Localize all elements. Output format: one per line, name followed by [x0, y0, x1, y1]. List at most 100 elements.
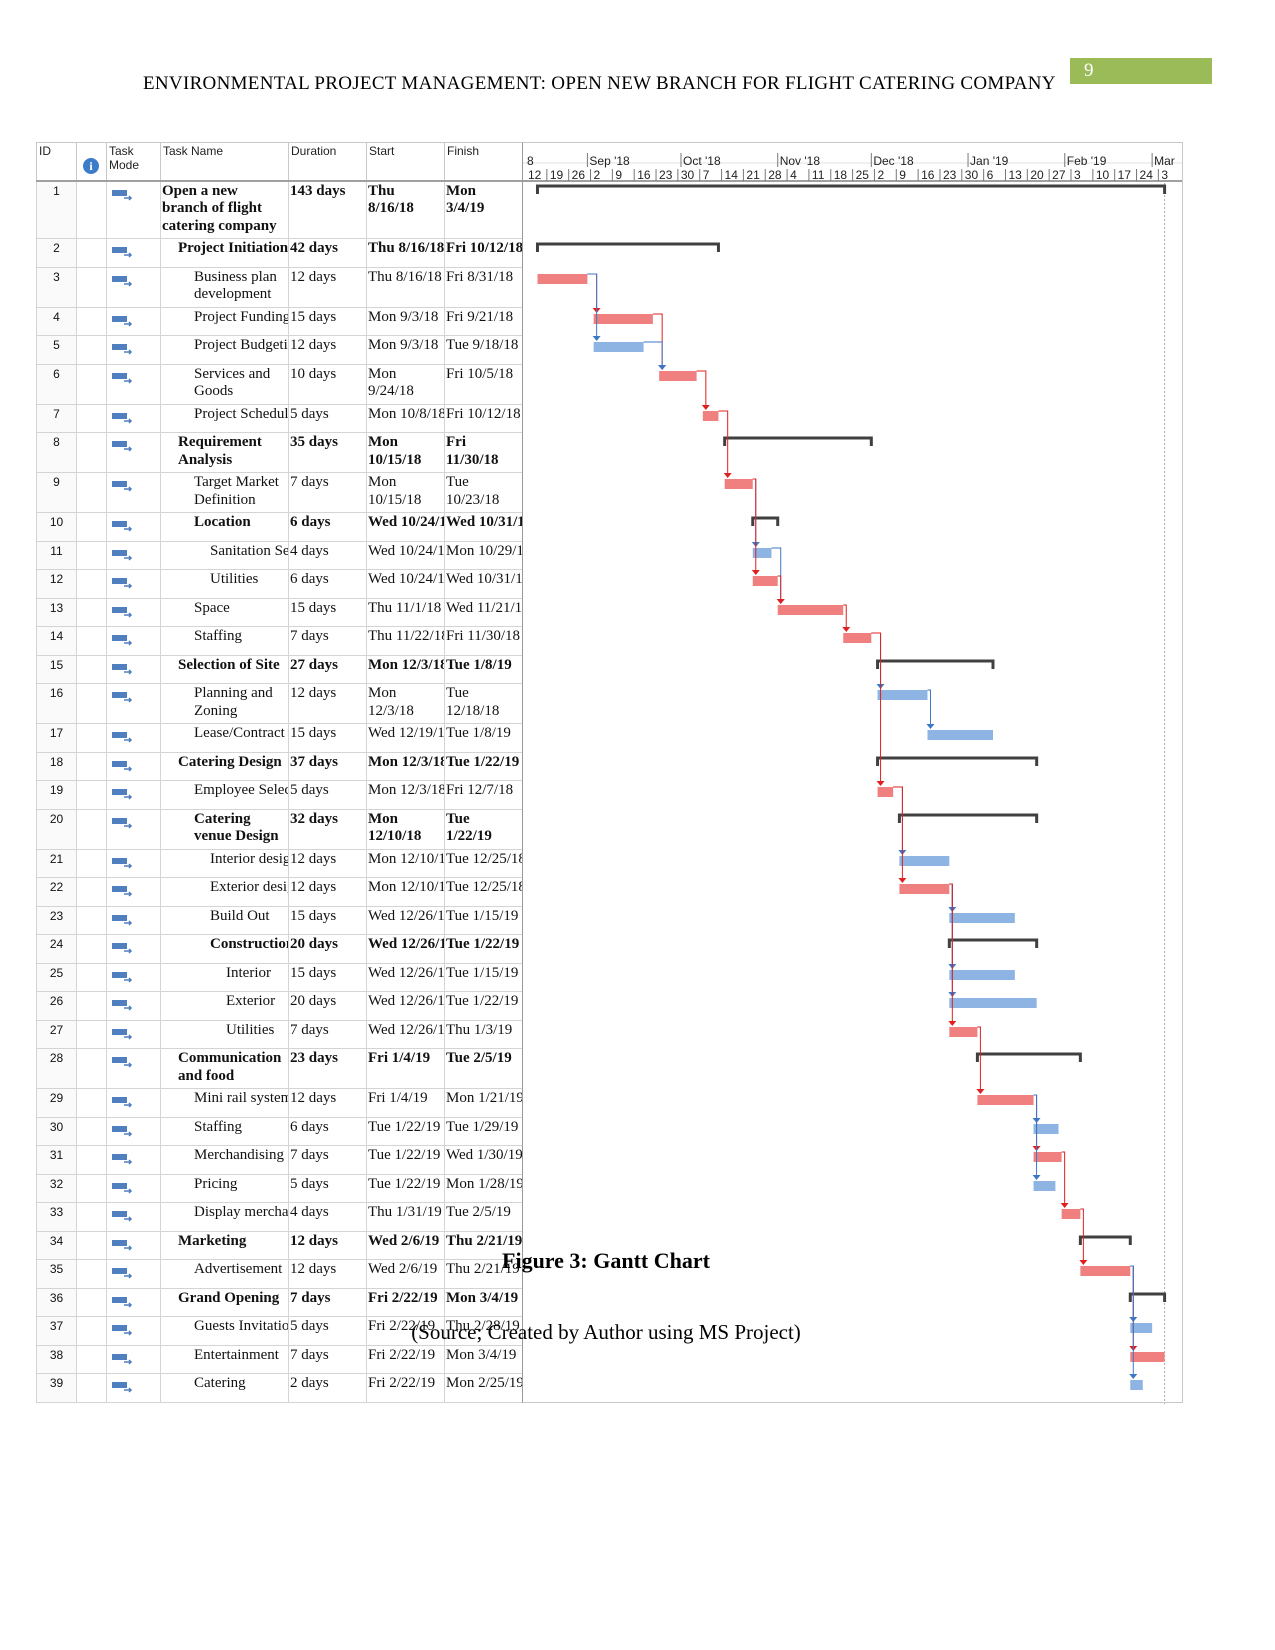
task-id[interactable]: 33 [36, 1202, 77, 1232]
task-finish[interactable]: Tue 1/22/19 [444, 808, 523, 850]
task-duration[interactable]: 4 days [288, 540, 367, 570]
task-duration[interactable]: 20 days [288, 991, 367, 1021]
table-row[interactable]: 17 Lease/Contract 15 days Wed 12/19/18 Tue 1… [36, 723, 523, 753]
task-start[interactable]: Wed 12/26/18 [366, 905, 445, 935]
task-finish[interactable]: Tue 9/18/18 [444, 335, 523, 365]
task-name[interactable]: Project Initiation [160, 238, 289, 268]
task-name[interactable]: Project Funding [160, 306, 289, 336]
task-name[interactable]: Staffing [160, 1116, 289, 1146]
task-info-cell[interactable] [76, 335, 107, 365]
task-info-cell[interactable] [76, 751, 107, 781]
task-mode-cell[interactable] [106, 991, 161, 1021]
task-name[interactable]: Requirement Analysis [160, 432, 289, 473]
task-mode-cell[interactable] [106, 335, 161, 365]
table-row[interactable]: 11 Sanitation Services4 daysWed 10/24/18M… [36, 540, 523, 570]
task-finish[interactable]: Tue 1/22/19 [444, 934, 523, 964]
task-id[interactable]: 2 [36, 238, 77, 268]
table-row[interactable]: 39 Catering 2 days Fri 2/22/19 Mon 2/25/19 [36, 1373, 523, 1403]
table-row[interactable]: 19 Employee Selection5 daysMon 12/3/18Fri… [36, 780, 523, 810]
task-start[interactable]: Fri 2/22/19 [366, 1344, 445, 1374]
task-mode-cell[interactable] [106, 266, 161, 308]
table-row[interactable]: 24 Construction20 daysWed 12/26/18Tue 1/2… [36, 934, 523, 964]
table-row[interactable]: 28 Communication and food 23 days Fri 1/4/1… [36, 1048, 523, 1089]
task-mode-cell[interactable] [106, 626, 161, 656]
task-start[interactable]: Tue 1/22/19 [366, 1116, 445, 1146]
table-row[interactable]: 30 Staffing 6 days Tue 1/22/19 Tue 1/29/19 [36, 1116, 523, 1146]
task-duration[interactable]: 7 days [288, 1344, 367, 1374]
task-name[interactable]: Location [160, 512, 289, 542]
task-name[interactable]: Catering venue Design [160, 808, 289, 850]
table-row[interactable]: 15 Selection of Site 27 days Mon 12/3/18 Tue… [36, 654, 523, 684]
task-duration[interactable]: 7 days [288, 1145, 367, 1175]
task-info-cell[interactable] [76, 848, 107, 878]
task-info-cell[interactable] [76, 780, 107, 810]
task-name[interactable]: Catering [160, 1373, 289, 1403]
task-duration[interactable]: 15 days [288, 306, 367, 336]
task-start[interactable]: Thu 8/16/18 [366, 266, 445, 308]
task-mode-cell[interactable] [106, 512, 161, 542]
task-info-cell[interactable] [76, 1088, 107, 1118]
task-finish[interactable]: Tue 2/5/19 [444, 1202, 523, 1232]
task-finish[interactable]: Mon 10/29/18 [444, 540, 523, 570]
task-info-cell[interactable] [76, 1145, 107, 1175]
task-info-cell[interactable] [76, 626, 107, 656]
table-row[interactable]: 6 Services and Goods 10 days Mon 9/24/18 Fri… [36, 363, 523, 405]
task-start[interactable]: Mon 10/15/18 [366, 472, 445, 513]
task-id[interactable]: 39 [36, 1373, 77, 1403]
task-finish[interactable]: Tue 1/15/19 [444, 962, 523, 992]
task-name[interactable]: Sanitation Services [160, 540, 289, 570]
task-start[interactable]: Wed 10/24/18 [366, 540, 445, 570]
task-finish[interactable]: Tue 1/15/19 [444, 905, 523, 935]
task-info-cell[interactable] [76, 363, 107, 405]
table-row[interactable]: 10 Location6 daysWed 10/24/18Wed 10/31/18 [36, 512, 523, 542]
task-finish[interactable]: Tue 1/29/19 [444, 1116, 523, 1146]
task-finish[interactable]: Wed 11/21/18 [444, 597, 523, 627]
task-finish[interactable]: Fri 8/31/18 [444, 266, 523, 308]
task-duration[interactable]: 5 days [288, 403, 367, 433]
task-finish[interactable]: Tue 12/18/18 [444, 683, 523, 724]
task-id[interactable]: 28 [36, 1048, 77, 1089]
task-finish[interactable]: Thu 1/3/19 [444, 1019, 523, 1049]
col-task-name[interactable]: Task Name [160, 142, 289, 182]
task-start[interactable]: Mon 12/10/18 [366, 848, 445, 878]
task-duration[interactable]: 15 days [288, 597, 367, 627]
task-start[interactable]: Mon 9/24/18 [366, 363, 445, 405]
task-info-cell[interactable] [76, 512, 107, 542]
col-info[interactable]: i [76, 142, 107, 182]
task-start[interactable]: Mon 9/3/18 [366, 335, 445, 365]
table-row[interactable]: 18 Catering Design 37 days Mon 12/3/18 Tue 1… [36, 751, 523, 781]
task-mode-cell[interactable] [106, 306, 161, 336]
task-mode-cell[interactable] [106, 1019, 161, 1049]
task-finish[interactable]: Mon 2/25/19 [444, 1373, 523, 1403]
table-row[interactable]: 38 Entertainment 7 days Fri 2/22/19 Mon 3/4/… [36, 1344, 523, 1374]
task-name[interactable]: Exterior [160, 991, 289, 1021]
table-row[interactable]: 8 Requirement Analysis 35 days Mon 10/15/18… [36, 432, 523, 473]
task-duration[interactable]: 5 days [288, 1173, 367, 1203]
table-row[interactable]: 27 Utilities 7 days Wed 12/26/18 Thu 1/3/19 [36, 1019, 523, 1049]
task-duration[interactable]: 12 days [288, 848, 367, 878]
task-start[interactable]: Thu 8/16/18 [366, 180, 445, 239]
table-row[interactable]: 26 Exterior 20 days Wed 12/26/18 Tue 1/22/19 [36, 991, 523, 1021]
task-name[interactable]: Project Schedule [160, 403, 289, 433]
task-info-cell[interactable] [76, 1048, 107, 1089]
table-row[interactable]: 33 Display merchandise4 daysThu 1/31/19Tu… [36, 1202, 523, 1232]
task-id[interactable]: 10 [36, 512, 77, 542]
task-mode-cell[interactable] [106, 1202, 161, 1232]
task-name[interactable]: Mini rail system [160, 1088, 289, 1118]
task-info-cell[interactable] [76, 723, 107, 753]
task-mode-cell[interactable] [106, 877, 161, 907]
col-start[interactable]: Start [366, 142, 445, 182]
task-id[interactable]: 17 [36, 723, 77, 753]
task-mode-cell[interactable] [106, 780, 161, 810]
task-id[interactable]: 14 [36, 626, 77, 656]
table-row[interactable]: 2 Project Initiation 42 days Thu 8/16/18 Fri… [36, 238, 523, 268]
task-mode-cell[interactable] [106, 238, 161, 268]
task-mode-cell[interactable] [106, 905, 161, 935]
task-mode-cell[interactable] [106, 654, 161, 684]
table-row[interactable]: 3 Business plan development 12 days Thu 8/1… [36, 266, 523, 308]
task-mode-cell[interactable] [106, 472, 161, 513]
task-duration[interactable]: 2 days [288, 1373, 367, 1403]
task-start[interactable]: Mon 10/8/18 [366, 403, 445, 433]
task-duration[interactable]: 37 days [288, 751, 367, 781]
task-duration[interactable]: 7 days [288, 626, 367, 656]
